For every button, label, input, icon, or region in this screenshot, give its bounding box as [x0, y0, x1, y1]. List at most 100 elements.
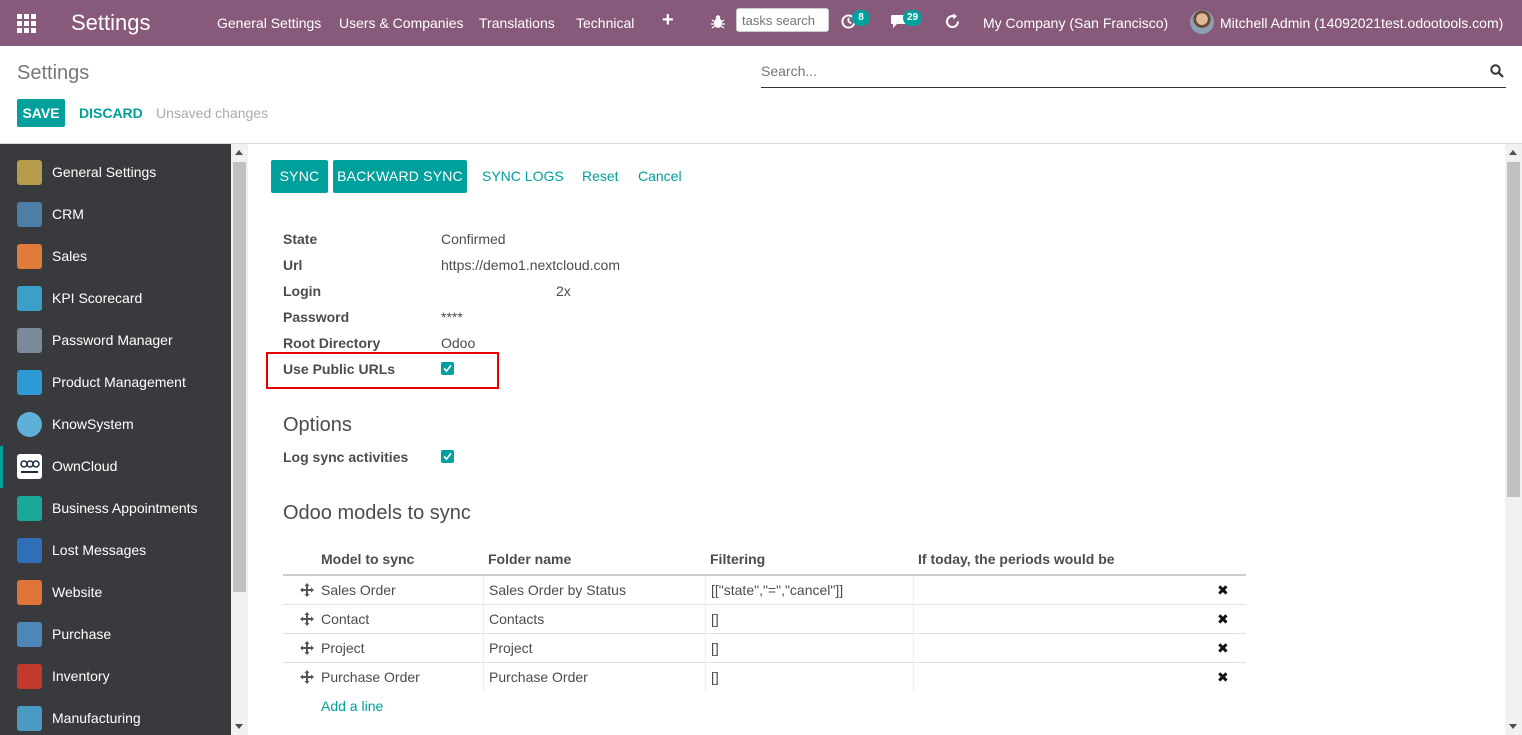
menu-technical[interactable]: Technical — [576, 15, 634, 31]
drag-handle-icon[interactable] — [300, 583, 314, 597]
business-appointments-icon — [17, 496, 42, 521]
cell-model[interactable]: Purchase Order — [321, 669, 420, 685]
menu-users-companies[interactable]: Users & Companies — [339, 15, 464, 31]
table-row[interactable]: Project Project [] ✖ — [283, 634, 1246, 663]
reset-button[interactable]: Reset — [582, 168, 619, 184]
search-bar — [761, 60, 1506, 88]
log-sync-activities-label: Log sync activities — [283, 449, 409, 465]
cell-separator — [705, 634, 706, 663]
models-section-title: Odoo models to sync — [283, 502, 471, 524]
scroll-down-arrow-icon[interactable] — [1509, 724, 1517, 729]
log-sync-activities-checkbox[interactable] — [441, 450, 454, 463]
cell-separator — [705, 663, 706, 692]
scroll-up-arrow-icon[interactable] — [1509, 150, 1517, 155]
search-input[interactable] — [761, 63, 1461, 79]
app-brand[interactable]: Settings — [71, 10, 151, 36]
login-label: Login — [283, 283, 322, 299]
drag-handle-icon[interactable] — [300, 641, 314, 655]
column-header-folder[interactable]: Folder name — [488, 551, 571, 567]
column-header-periods[interactable]: If today, the periods would be — [918, 551, 1115, 567]
sidebar-item-sales[interactable]: Sales — [0, 236, 231, 278]
cell-folder[interactable]: Project — [489, 640, 533, 656]
scroll-thumb[interactable] — [233, 162, 246, 592]
delete-row-icon[interactable]: ✖ — [1217, 640, 1229, 657]
bug-icon[interactable] — [711, 14, 725, 30]
sync-logs-button[interactable]: SYNC LOGS — [482, 168, 564, 184]
root-directory-label: Root Directory — [283, 335, 381, 351]
sidebar-item-general-settings[interactable]: General Settings — [0, 152, 231, 194]
sidebar-item-label: Lost Messages — [52, 542, 147, 558]
password-manager-icon — [17, 328, 42, 353]
sidebar-item-website[interactable]: Website — [0, 572, 231, 614]
table-row[interactable]: Purchase Order Purchase Order [] ✖ — [283, 663, 1246, 692]
column-header-filtering[interactable]: Filtering — [710, 551, 765, 567]
user-avatar[interactable] — [1190, 10, 1214, 34]
sidebar-item-product-management[interactable]: Product Management — [0, 362, 231, 404]
discard-button[interactable]: DISCARD — [79, 105, 143, 121]
sidebar-item-knowsystem[interactable]: KnowSystem — [0, 404, 231, 446]
content-right-scrollbar[interactable] — [1505, 144, 1522, 735]
tasks-search-input[interactable] — [736, 8, 829, 32]
content-left-scrollbar[interactable] — [231, 144, 248, 735]
sidebar-item-manufacturing[interactable]: Manufacturing — [0, 698, 231, 735]
cell-filtering[interactable]: [["state","=","cancel"]] — [711, 582, 843, 598]
scroll-thumb[interactable] — [1507, 162, 1520, 497]
top-navbar: Settings General Settings Users & Compan… — [0, 0, 1522, 46]
cell-filtering[interactable]: [] — [711, 640, 719, 656]
password-value[interactable]: **** — [441, 309, 463, 325]
scroll-up-arrow-icon[interactable] — [235, 150, 243, 155]
save-button[interactable]: SAVE — [17, 99, 65, 127]
sidebar-item-business-appointments[interactable]: Business Appointments — [0, 488, 231, 530]
sidebar-item-label: Business Appointments — [52, 500, 198, 516]
apps-grid-icon[interactable] — [17, 14, 36, 33]
plus-icon[interactable]: + — [662, 10, 674, 30]
search-icon[interactable] — [1490, 64, 1504, 78]
sidebar-item-label: Manufacturing — [52, 710, 141, 726]
product-management-icon — [17, 370, 42, 395]
cell-folder[interactable]: Sales Order by Status — [489, 582, 626, 598]
login-value[interactable]: 2x — [556, 283, 571, 299]
sidebar-item-password-manager[interactable]: Password Manager — [0, 320, 231, 362]
cell-separator — [913, 576, 914, 605]
sidebar-item-purchase[interactable]: Purchase — [0, 614, 231, 656]
settings-sidebar: General Settings CRM Sales KPI Scorecard… — [0, 144, 231, 735]
cell-model[interactable]: Sales Order — [321, 582, 396, 598]
cell-model[interactable]: Project — [321, 640, 365, 656]
sync-button[interactable]: SYNC — [271, 160, 328, 193]
sidebar-item-crm[interactable]: CRM — [0, 194, 231, 236]
cell-folder[interactable]: Purchase Order — [489, 669, 588, 685]
cell-filtering[interactable]: [] — [711, 611, 719, 627]
add-a-line-link[interactable]: Add a line — [321, 698, 383, 714]
website-icon — [17, 580, 42, 605]
root-directory-value[interactable]: Odoo — [441, 335, 475, 351]
refresh-icon[interactable] — [944, 13, 961, 30]
drag-handle-icon[interactable] — [300, 612, 314, 626]
delete-row-icon[interactable]: ✖ — [1217, 582, 1229, 599]
sidebar-item-inventory[interactable]: Inventory — [0, 656, 231, 698]
url-value[interactable]: https://demo1.nextcloud.com — [441, 257, 620, 273]
delete-row-icon[interactable]: ✖ — [1217, 669, 1229, 686]
column-header-model[interactable]: Model to sync — [321, 551, 414, 567]
scroll-down-arrow-icon[interactable] — [235, 724, 243, 729]
sidebar-item-label: Inventory — [52, 668, 110, 684]
cell-model[interactable]: Contact — [321, 611, 369, 627]
sidebar-item-kpi-scorecard[interactable]: KPI Scorecard — [0, 278, 231, 320]
breadcrumb-title: Settings — [17, 62, 90, 84]
table-row[interactable]: Contact Contacts [] ✖ — [283, 605, 1246, 634]
sidebar-item-owncloud[interactable]: OwnCloud — [0, 446, 231, 488]
sidebar-item-label: CRM — [52, 206, 84, 222]
backward-sync-button[interactable]: BACKWARD SYNC — [333, 160, 467, 193]
menu-translations[interactable]: Translations — [479, 15, 555, 31]
cell-folder[interactable]: Contacts — [489, 611, 544, 627]
company-switcher[interactable]: My Company (San Francisco) — [983, 15, 1168, 31]
cell-separator — [913, 663, 914, 692]
delete-row-icon[interactable]: ✖ — [1217, 611, 1229, 628]
cancel-button[interactable]: Cancel — [638, 168, 682, 184]
table-row[interactable]: Sales Order Sales Order by Status [["sta… — [283, 576, 1246, 605]
drag-handle-icon[interactable] — [300, 670, 314, 684]
cell-filtering[interactable]: [] — [711, 669, 719, 685]
sidebar-item-lost-messages[interactable]: Lost Messages — [0, 530, 231, 572]
user-menu[interactable]: Mitchell Admin (14092021test.odootools.c… — [1220, 15, 1503, 31]
knowsystem-icon — [17, 412, 42, 437]
menu-general-settings[interactable]: General Settings — [217, 15, 321, 31]
